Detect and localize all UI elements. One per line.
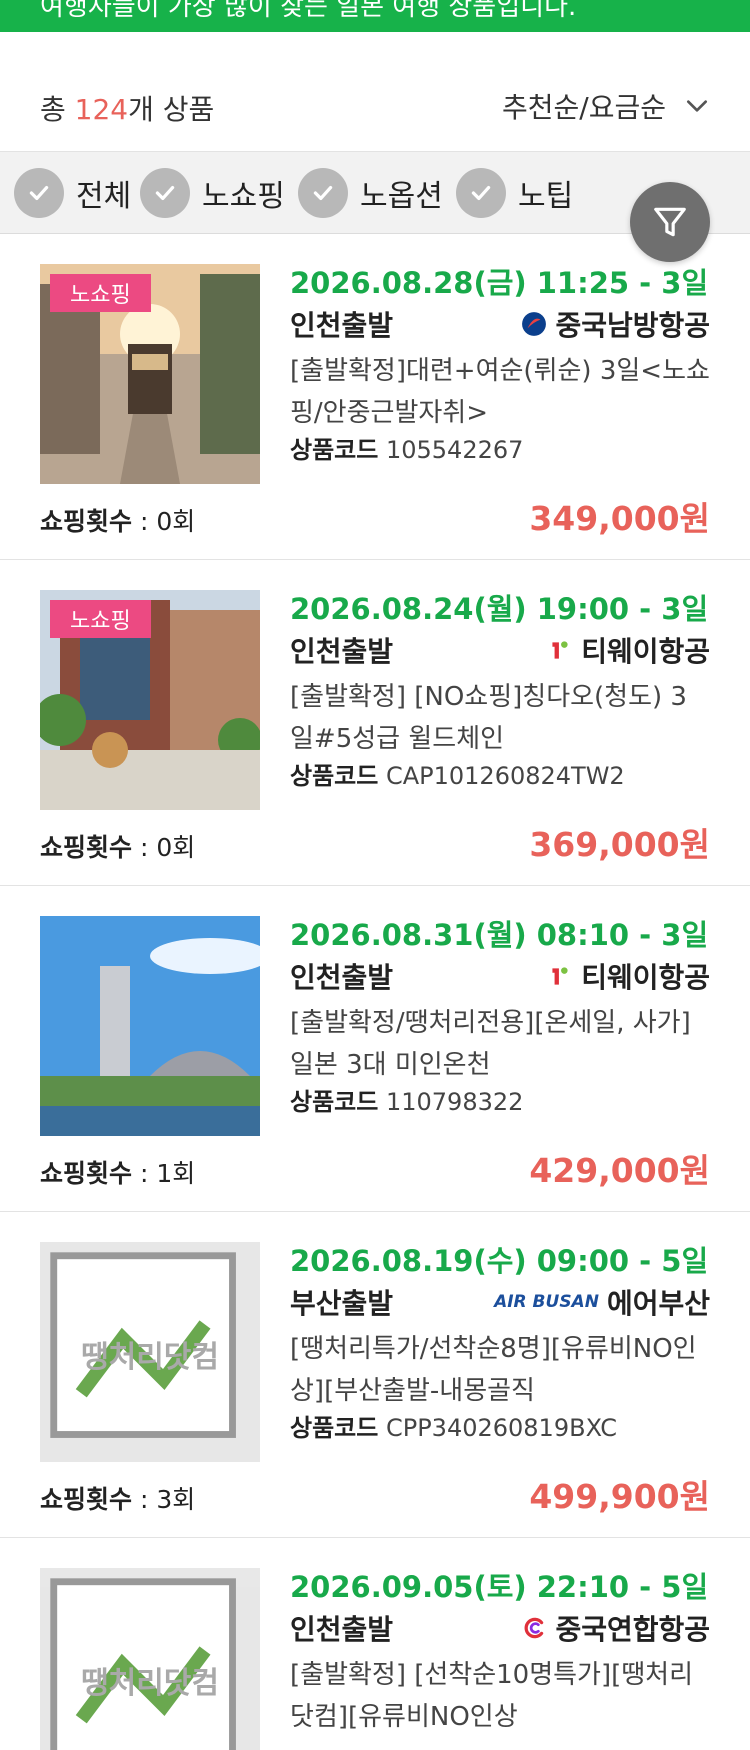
departure-date: 2026.08.19(수) 09:00 - 5일 [290, 1244, 709, 1278]
tway-logo-icon [552, 641, 568, 659]
tway-logo-icon [552, 967, 568, 985]
product-card[interactable]: 노쇼핑 쇼핑횟수 : 0회 2026.08.28(금) 11:25 - 3일 인… [0, 234, 750, 560]
departure-date: 2026.09.05(토) 22:10 - 5일 [290, 1570, 709, 1604]
product-price: 429,000원 [529, 1151, 710, 1190]
air-busan-logo-icon: AIR BUSAN [494, 1292, 599, 1312]
departure-date: 2026.08.31(월) 08:10 - 3일 [290, 918, 709, 952]
product-price: 499,900원 [529, 1477, 710, 1516]
placeholder-logo-text: 땡처리닷컴 [81, 1666, 219, 1701]
result-summary-bar: 총 124개 상품 추천순/요금순 [0, 32, 750, 152]
filter-label: 노옵션 [360, 179, 443, 214]
product-code: 상품코드 CPP340260819BXC [290, 1414, 618, 1442]
product-thumbnail[interactable]: 노쇼핑 [40, 590, 260, 810]
filter-label: 노쇼핑 [202, 179, 285, 214]
no-shopping-badge: 노쇼핑 [50, 600, 151, 638]
product-card[interactable]: 노쇼핑 쇼핑횟수 : 0회 2026.08.24(월) 19:00 - 3일 인… [0, 560, 750, 886]
departure-city: 인천출발 [290, 309, 394, 342]
sort-dropdown[interactable]: 추천순/요금순 [502, 86, 710, 126]
product-card[interactable]: 땡처리닷컴 2026.09.05(토) 22:10 - 5일 인천출발 중국연합… [0, 1538, 750, 1750]
departure-date: 2026.08.24(월) 19:00 - 3일 [290, 592, 709, 626]
shopping-count: 쇼핑횟수 : 0회 [40, 507, 196, 536]
product-thumbnail[interactable]: 노쇼핑 [40, 264, 260, 484]
filter-no-option[interactable]: 노옵션 [298, 168, 443, 218]
check-circle-icon [14, 168, 64, 218]
product-card[interactable]: 쇼핑횟수 : 1회 2026.08.31(월) 08:10 - 3일 인천출발 … [0, 886, 750, 1212]
airline: 중국남방항공 [521, 304, 710, 344]
product-thumbnail[interactable] [40, 916, 260, 1136]
china-united-logo-icon [524, 1617, 544, 1639]
departure-city: 부산출발 [290, 1287, 394, 1320]
chevron-down-icon [686, 100, 708, 112]
product-title[interactable]: [땡처리특가/선착순8명][유류비NO인상][부산출발-내몽골직 [290, 1328, 710, 1412]
filter-label: 노팁 [518, 179, 574, 214]
departure-city: 인천출발 [290, 635, 394, 668]
filter-label: 전체 [76, 179, 132, 214]
total-count-number: 124 [74, 93, 129, 126]
product-title[interactable]: [출발확정] [선착순10명특가][땡처리닷컴][유류비NO인상 [290, 1654, 710, 1738]
check-circle-icon [140, 168, 190, 218]
product-title[interactable]: [출발확정] [NO쇼핑]칭다오(청도) 3일#5성급 윌드체인 [290, 676, 710, 760]
total-count: 총 124개 상품 [40, 93, 215, 126]
product-price: 369,000원 [529, 825, 710, 864]
tower-dome-photo [40, 916, 260, 1136]
airline: 중국연합항공 [521, 1608, 710, 1648]
top-banner: 여행자들이 가장 많이 찾는 일본 여행 상품입니다. [0, 0, 750, 32]
product-thumbnail[interactable]: 땡처리닷컴 [40, 1242, 260, 1462]
airline: AIR BUSAN 에어부산 [494, 1287, 710, 1320]
shopping-count: 쇼핑횟수 : 1회 [40, 1159, 196, 1188]
shopping-count: 쇼핑횟수 : 3회 [40, 1485, 196, 1514]
product-thumbnail[interactable]: 땡처리닷컴 [40, 1568, 260, 1750]
product-card[interactable]: 땡처리닷컴 쇼핑횟수 : 3회 2026.08.19(수) 09:00 - 5일… [0, 1212, 750, 1538]
check-circle-icon [456, 168, 506, 218]
no-shopping-badge: 노쇼핑 [50, 274, 151, 312]
placeholder-logo-text: 땡처리닷컴 [81, 1340, 219, 1375]
sort-label: 추천순/요금순 [502, 91, 666, 124]
shopping-count: 쇼핑횟수 : 0회 [40, 833, 196, 862]
product-code: 상품코드 CAP101260824TW2 [290, 762, 625, 790]
product-title[interactable]: [출발확정]대련+여순(뤼순) 3일<노쇼핑/안중근발자취> [290, 350, 710, 434]
departure-city: 인천출발 [290, 961, 394, 994]
airline: 티웨이항공 [547, 630, 710, 670]
product-code: 상품코드 110798322 [290, 1088, 524, 1116]
departure-city: 인천출발 [290, 1613, 394, 1646]
banner-text: 여행자들이 가장 많이 찾는 일본 여행 상품입니다. [40, 0, 577, 22]
product-title[interactable]: [출발확정/땡처리전용][온세일, 사가] 일본 3대 미인온천 [290, 1002, 710, 1086]
product-price: 349,000원 [529, 499, 710, 538]
product-code: 상품코드 105542267 [290, 436, 524, 464]
filter-no-tip[interactable]: 노팁 [456, 168, 573, 218]
filter-no-shopping[interactable]: 노쇼핑 [140, 168, 285, 218]
airline: 티웨이항공 [547, 956, 710, 996]
filter-all[interactable]: 전체 [14, 168, 131, 218]
check-circle-icon [298, 168, 348, 218]
china-southern-logo-icon [522, 312, 547, 336]
departure-date: 2026.08.28(금) 11:25 - 3일 [290, 266, 709, 300]
